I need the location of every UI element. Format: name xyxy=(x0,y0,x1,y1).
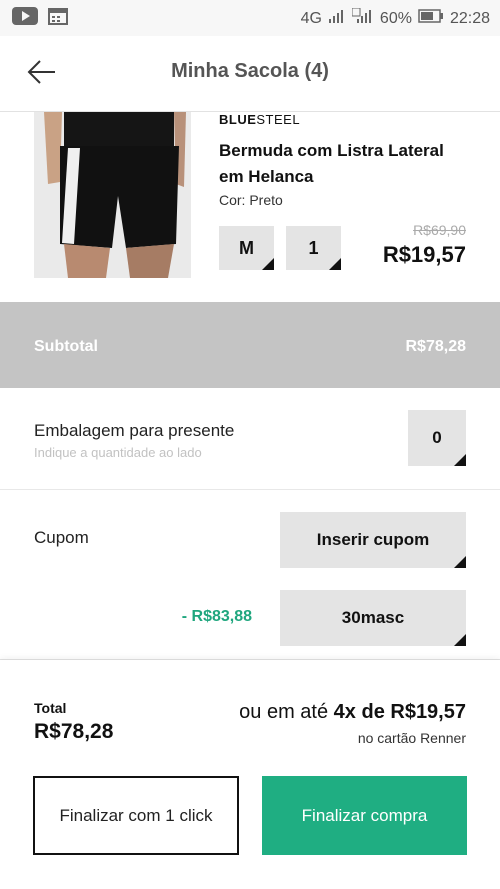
calendar-icon xyxy=(48,7,68,30)
gift-wrap-quantity-value: 0 xyxy=(432,428,442,447)
checkout-footer: Total R$78,28 ou em até 4x de R$19,57 no… xyxy=(0,660,500,889)
total-value: R$78,28 xyxy=(34,720,114,743)
product-image[interactable] xyxy=(34,112,191,278)
signal-icon xyxy=(328,8,346,29)
status-bar: 4G 60% 22:28 xyxy=(0,0,500,36)
subtotal-bar: Subtotal R$78,28 xyxy=(0,302,500,388)
coupon-label: Cupom xyxy=(34,528,89,547)
network-type: 4G xyxy=(300,9,322,27)
subtotal-label: Subtotal xyxy=(34,338,98,355)
coupon-discount: - R$83,88 xyxy=(181,608,252,625)
battery-icon xyxy=(418,8,444,29)
signal-icon xyxy=(351,7,374,29)
insert-coupon-button[interactable]: Inserir cupom xyxy=(280,512,466,568)
product-color: Cor: Preto xyxy=(219,192,283,208)
sale-price: R$19,57 xyxy=(382,242,466,267)
size-value: M xyxy=(239,237,254,258)
installment-prefix: ou em até xyxy=(239,701,329,723)
product-name[interactable]: Bermuda com Listra Lateral em Helanca xyxy=(219,138,469,190)
insert-coupon-label: Inserir cupom xyxy=(316,530,430,549)
dropdown-corner-icon xyxy=(454,634,466,646)
product-brand: BLUESTEEL xyxy=(219,112,301,127)
one-click-checkout-button[interactable]: Finalizar com 1 click xyxy=(33,776,239,855)
dropdown-corner-icon xyxy=(454,454,466,466)
applied-coupon-button[interactable]: 30masc xyxy=(280,590,466,646)
youtube-icon xyxy=(12,7,38,30)
installment-info: ou em até 4x de R$19,57 xyxy=(239,701,466,724)
finish-purchase-button[interactable]: Finalizar compra xyxy=(262,776,467,855)
size-select[interactable]: M xyxy=(219,226,274,270)
page-title: Minha Sacola (4) xyxy=(171,60,329,82)
installment-value: 4x de R$19,57 xyxy=(333,701,466,723)
total-label: Total xyxy=(34,700,67,716)
coupon-code: 30masc xyxy=(341,608,405,627)
subtotal-value: R$78,28 xyxy=(405,338,467,355)
gift-wrap-hint: Indique a quantidade ao lado xyxy=(34,445,202,460)
gift-wrap-label: Embalagem para presente xyxy=(34,421,235,440)
dropdown-corner-icon xyxy=(262,258,274,270)
quantity-value: 1 xyxy=(308,237,319,258)
clock: 22:28 xyxy=(449,9,490,27)
installment-note: no cartão Renner xyxy=(357,730,466,746)
cart-item: BLUESTEEL Bermuda com Listra Lateral em … xyxy=(0,112,500,302)
dropdown-corner-icon xyxy=(329,258,341,270)
gift-wrap-quantity-select[interactable]: 0 xyxy=(408,410,466,466)
gift-wrap-row: Embalagem para presente Indique a quanti… xyxy=(0,388,500,490)
original-price: R$69,90 xyxy=(413,222,466,238)
coupon-section: Cupom Inserir cupom - R$83,88 30masc xyxy=(0,490,500,660)
battery-percent: 60% xyxy=(379,9,412,27)
quantity-select[interactable]: 1 xyxy=(286,226,341,270)
dropdown-corner-icon xyxy=(454,556,466,568)
app-header: Minha Sacola (4) xyxy=(0,36,500,112)
